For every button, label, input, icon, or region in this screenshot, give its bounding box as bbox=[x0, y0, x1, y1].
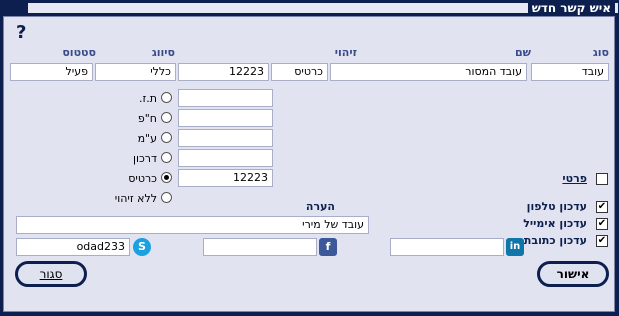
close-button[interactable]: סגור bbox=[15, 261, 87, 287]
radio-no-id[interactable] bbox=[161, 192, 172, 203]
help-icon[interactable]: ? bbox=[16, 22, 26, 43]
radio-hp[interactable] bbox=[161, 112, 172, 123]
dialog-panel bbox=[3, 16, 615, 312]
radio-label-hp: ח"פ bbox=[137, 112, 157, 125]
id-option-field-card[interactable]: 12223 bbox=[178, 169, 273, 187]
skype-field[interactable]: odad233 bbox=[16, 238, 130, 256]
radio-tz[interactable] bbox=[161, 92, 172, 103]
id-option-field-hp[interactable] bbox=[178, 109, 273, 127]
classification-field[interactable]: כללי bbox=[95, 63, 176, 81]
confirm-button[interactable]: אישור bbox=[537, 261, 609, 287]
dialog-window: איש קשר חדש ? סוג שם זיהוי סיווג סטטוס ע… bbox=[0, 0, 619, 316]
radio-label-no-id: ללא זיהוי bbox=[114, 192, 157, 205]
radio-label-tz: ת.ז. bbox=[138, 92, 157, 105]
header-status: סטטוס bbox=[62, 46, 96, 59]
facebook-field[interactable] bbox=[203, 238, 317, 256]
radio-passport[interactable] bbox=[161, 152, 172, 163]
note-label: הערה bbox=[305, 200, 335, 213]
id-option-field-tz[interactable] bbox=[178, 89, 273, 107]
linkedin-field[interactable] bbox=[390, 238, 504, 256]
id-option-field-passport[interactable] bbox=[178, 149, 273, 167]
header-type: סוג bbox=[592, 46, 609, 59]
header-name: שם bbox=[514, 46, 531, 59]
radio-am[interactable] bbox=[161, 132, 172, 143]
header-classification: סיווג bbox=[151, 46, 175, 59]
id-number-field[interactable]: 12223 bbox=[178, 63, 269, 81]
id-option-field-am[interactable] bbox=[178, 129, 273, 147]
title-bar: איש קשר חדש bbox=[0, 0, 619, 16]
update-address-label: עדכון כתובת bbox=[523, 234, 587, 247]
private-checkbox[interactable] bbox=[596, 173, 608, 185]
update-address-checkbox[interactable]: ✔ bbox=[596, 235, 608, 247]
private-label: פרטי bbox=[562, 172, 587, 185]
radio-label-passport: דרכון bbox=[132, 152, 157, 165]
type-field[interactable]: עובד bbox=[531, 63, 609, 81]
update-email-label: עדכון אימייל bbox=[523, 217, 587, 230]
facebook-icon: f bbox=[319, 238, 337, 256]
linkedin-icon: in bbox=[506, 238, 524, 256]
radio-label-card: כרטיס bbox=[128, 172, 157, 185]
update-phone-checkbox[interactable]: ✔ bbox=[596, 201, 608, 213]
note-field[interactable]: עובד של מירי bbox=[16, 216, 369, 234]
radio-card[interactable] bbox=[161, 172, 172, 183]
status-field[interactable]: פעיל bbox=[10, 63, 93, 81]
update-email-checkbox[interactable]: ✔ bbox=[596, 218, 608, 230]
id-type-field[interactable]: כרטיס bbox=[271, 63, 328, 81]
header-id: זיהוי bbox=[334, 46, 357, 59]
dialog-title: איש קשר חדש bbox=[527, 0, 615, 16]
skype-icon: S bbox=[133, 238, 151, 256]
radio-label-am: ע"מ bbox=[137, 132, 157, 145]
update-phone-label: עדכון טלפון bbox=[526, 200, 587, 213]
name-field[interactable]: עובד המסור bbox=[330, 63, 527, 81]
